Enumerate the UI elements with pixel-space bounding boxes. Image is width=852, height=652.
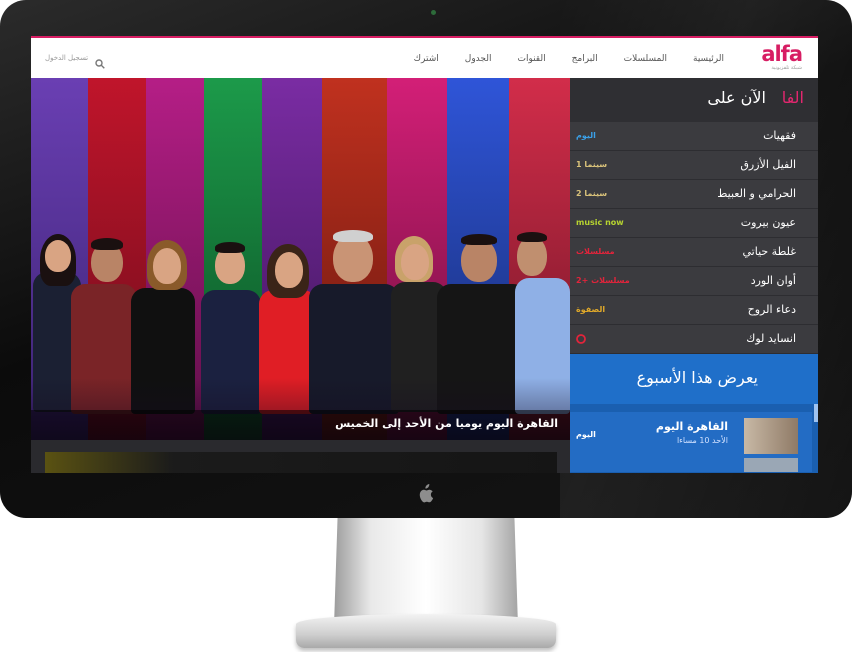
now-on-row-title: أوان الورد	[750, 274, 796, 287]
main-nav: الرئيسية المسلسلات البرامج القنوات الجدو…	[388, 38, 724, 80]
search-icon[interactable]	[95, 54, 105, 69]
camera-icon	[431, 10, 436, 15]
show-thumbnail	[744, 418, 798, 454]
nav-item-home[interactable]: الرئيسية	[693, 54, 724, 64]
nav-item-schedule[interactable]: الجدول	[465, 54, 492, 64]
channel-logo-icon: اليوم	[576, 131, 596, 140]
now-on-row[interactable]: music now عيون بيروت	[570, 209, 818, 238]
now-on-row-title: دعاء الروح	[747, 303, 796, 316]
now-on-row-title: غلطة حياتي	[742, 245, 796, 258]
nav-item-channels[interactable]: القنوات	[517, 54, 545, 64]
now-on-title-accent: الفا	[781, 88, 804, 107]
channel-logo-icon	[576, 333, 586, 345]
now-on-row-title: الحرامي و العبيط	[717, 187, 796, 200]
this-week-list: القاهرة اليوم الأحد 10 مساءا اليوم	[570, 404, 818, 473]
now-on-row[interactable]: اليوم فقهيات	[570, 122, 818, 151]
channel-logo-icon: سينما 1	[576, 160, 608, 169]
logo-mark: alfa	[761, 42, 803, 66]
now-on-sidebar: الفا الآن على اليوم فقهيات سينما 1 الفيل ال…	[570, 78, 818, 473]
show-title: القاهرة اليوم	[655, 420, 728, 433]
hero-caption: القاهرة اليوم يوميا من الأحد إلى الخميس	[335, 417, 558, 430]
now-on-header: الفا الآن على	[570, 78, 818, 122]
now-on-row-title: فقهيات	[763, 129, 796, 142]
apple-logo-icon	[414, 484, 436, 506]
top-navbar: alfa شبكة تلفزيونية الرئيسية المسلسلات ا…	[31, 36, 818, 80]
now-on-row[interactable]: مسلسلات +2 أوان الورد	[570, 267, 818, 296]
now-on-row[interactable]: مسلسلات غلطة حياتي	[570, 238, 818, 267]
hero-caption-bar[interactable]: القاهرة اليوم يوميا من الأحد إلى الخميس	[31, 410, 570, 440]
monitor-stand-base	[296, 614, 556, 648]
channel-logo-icon: مسلسلات +2	[576, 276, 630, 285]
now-on-title: الآن على	[707, 88, 766, 107]
this-week-title: يعرض هذا الأسبوع	[636, 368, 758, 387]
hero-banner[interactable]: القاهرة اليوم يوميا من الأحد إلى الخميس	[31, 78, 570, 440]
sidebar-scrollbar[interactable]	[814, 404, 818, 422]
screen: alfa شبكة تلفزيونية الرئيسية المسلسلات ا…	[31, 36, 818, 473]
video-thumbnail[interactable]	[45, 452, 557, 473]
logo-tagline: شبكة تلفزيونية	[771, 65, 802, 71]
channel-logo-icon: مسلسلات	[576, 247, 615, 256]
now-on-row[interactable]: سينما 2 الحرامي و العبيط	[570, 180, 818, 209]
now-on-row[interactable]: انسايد لوك	[570, 325, 818, 354]
nav-item-programs[interactable]: البرامج	[572, 54, 598, 64]
now-on-row-title: الفيل الأزرق	[740, 158, 796, 171]
channel-logo-icon: اليوم	[576, 430, 596, 439]
show-time: الأحد 10 مساءا	[676, 436, 728, 445]
now-on-row[interactable]: سينما 1 الفيل الأزرق	[570, 151, 818, 180]
nav-item-subscribe[interactable]: اشترك	[414, 54, 439, 64]
now-on-list: اليوم فقهيات سينما 1 الفيل الأزرق سينما 2 الح…	[570, 122, 818, 354]
nav-item-series[interactable]: المسلسلات	[624, 54, 667, 64]
now-on-row-title: عيون بيروت	[740, 216, 796, 229]
monitor-stand-neck	[334, 514, 518, 626]
this-week-item[interactable]: القاهرة اليوم الأحد 10 مساءا اليوم	[570, 412, 812, 472]
next-section	[31, 440, 570, 473]
channel-logo-icon: سينما 2	[576, 189, 608, 198]
login-link[interactable]: تسجيل الدخول	[45, 54, 88, 62]
alfa-logo[interactable]: alfa شبكة تلفزيونية	[742, 42, 803, 75]
channel-logo-icon: music now	[576, 218, 624, 227]
now-on-row-title: انسايد لوك	[746, 332, 796, 345]
channel-logo-icon: الصفوة	[576, 305, 606, 314]
now-on-row[interactable]: الصفوة دعاء الروح	[570, 296, 818, 325]
this-week-header: يعرض هذا الأسبوع	[570, 354, 818, 404]
show-thumbnail-secondary	[744, 458, 798, 472]
